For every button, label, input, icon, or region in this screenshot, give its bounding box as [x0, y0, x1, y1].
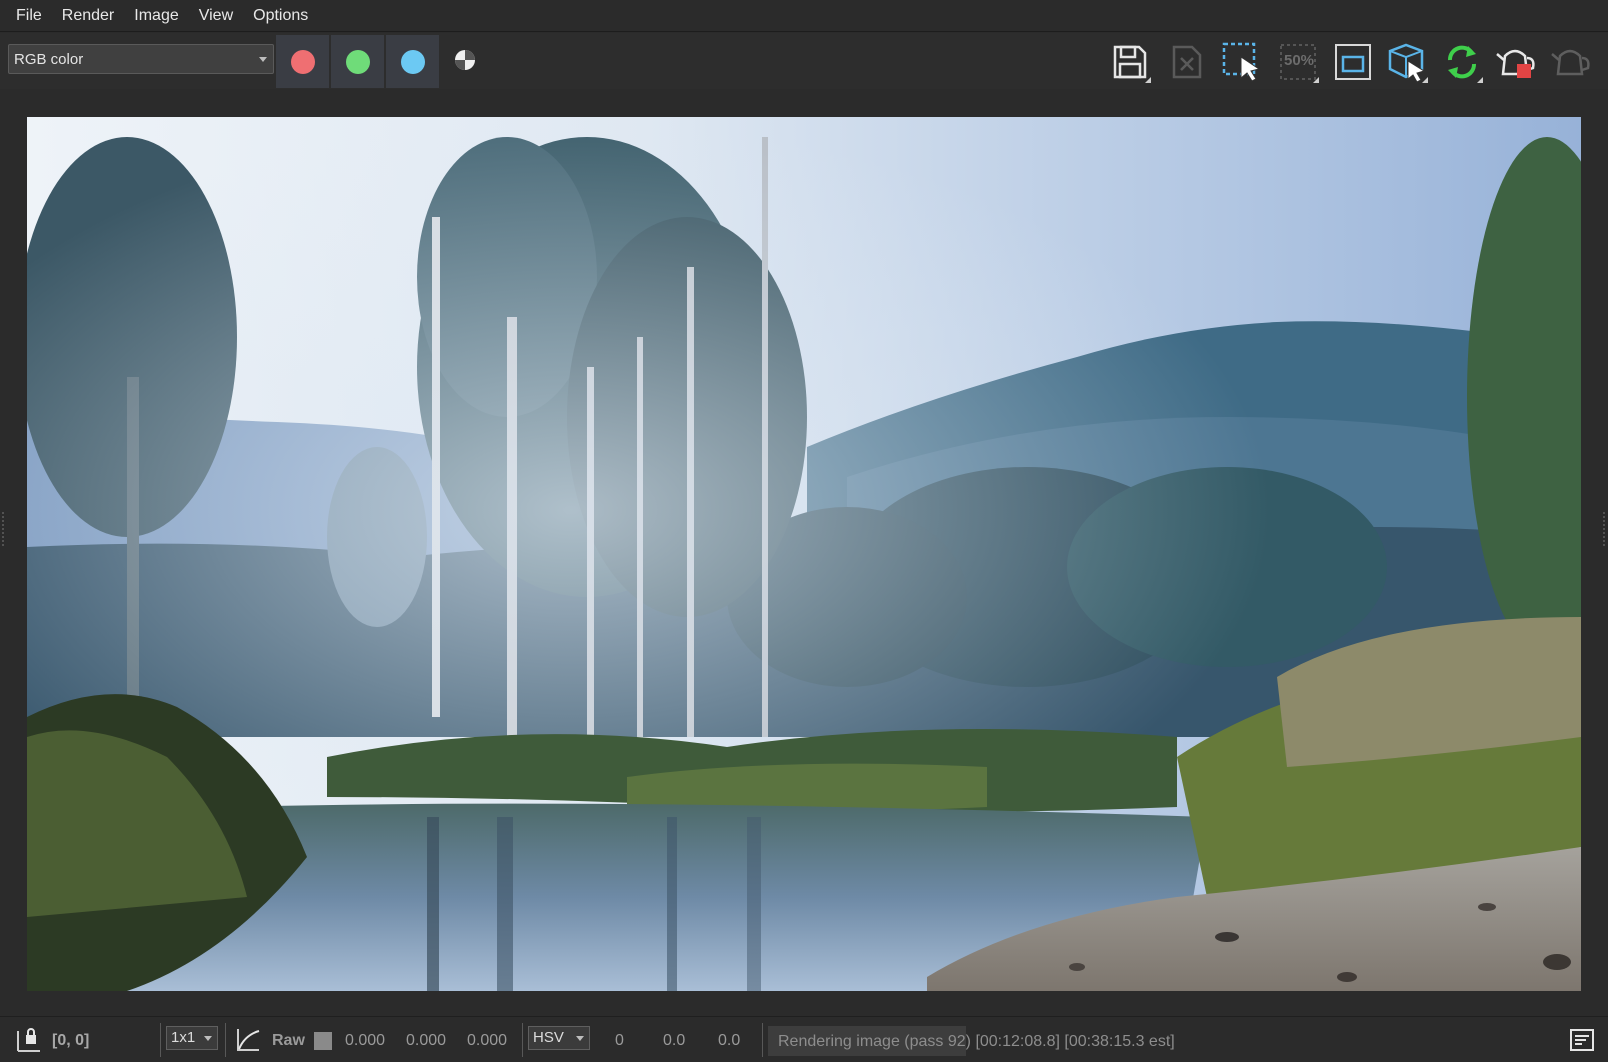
separator [160, 1023, 161, 1057]
landscape-render [27, 117, 1581, 991]
more-options-icon [1477, 77, 1483, 83]
fifty-percent-label: 50% [1284, 52, 1315, 69]
menu-image[interactable]: Image [124, 0, 188, 32]
alpha-channel-icon [455, 50, 475, 70]
green-value: 0.000 [406, 1032, 447, 1049]
curve-icon [237, 1029, 260, 1051]
grip-icon [2, 512, 4, 548]
more-options-icon [1422, 77, 1428, 83]
right-panel-handle[interactable] [1602, 512, 1606, 548]
green-dot-icon [345, 49, 370, 74]
color-mode-value: HSV [533, 1029, 564, 1046]
region-select-button[interactable] [1219, 39, 1265, 85]
refresh-button[interactable] [1439, 39, 1485, 85]
refresh-icon [1447, 45, 1477, 79]
clear-image-icon [1172, 45, 1202, 79]
color-mode-select[interactable]: HSV [528, 1026, 590, 1050]
left-panel-handle[interactable] [1, 512, 5, 548]
separator [225, 1023, 226, 1057]
chevron-down-icon [576, 1036, 584, 1041]
render-teapot-icon [1496, 49, 1535, 78]
save-image-button[interactable] [1107, 39, 1153, 85]
frame-button[interactable] [1330, 39, 1376, 85]
teapot-disabled-icon [1551, 49, 1590, 76]
menu-view[interactable]: View [189, 0, 243, 32]
blue-dot-icon [400, 49, 425, 74]
menu-render[interactable]: Render [52, 0, 124, 32]
region-select-icon [1222, 42, 1261, 82]
separator [762, 1023, 763, 1057]
channel-display-value: RGB color [14, 50, 84, 68]
pixel-coords: [0, 0] [52, 1032, 90, 1049]
chevron-down-icon [204, 1036, 212, 1041]
channel-display-select[interactable]: RGB color [8, 44, 274, 74]
zoom-select[interactable]: 1x1 [166, 1026, 218, 1050]
render-progress: Rendering image (pass 92) [00:12:08.8] [… [768, 1026, 1388, 1056]
save-image-icon [1113, 45, 1147, 79]
value-value: 0.0 [718, 1032, 741, 1049]
green-channel-toggle[interactable] [331, 35, 384, 88]
status-bar: [0, 0] 1x1 Raw 0.000 0.000 0.000 HSV 0 0… [0, 1016, 1608, 1062]
menu-options[interactable]: Options [243, 0, 318, 32]
red-dot-icon [290, 49, 315, 74]
grip-icon [1603, 512, 1605, 548]
frame-icon [1335, 44, 1371, 80]
zoom-value: 1x1 [171, 1029, 196, 1046]
render-progress-text: Rendering image (pass 92) [00:12:08.8] [… [778, 1033, 1175, 1050]
curve-button[interactable] [235, 1027, 261, 1053]
hue-value: 0 [615, 1032, 624, 1049]
rendered-image [27, 117, 1581, 991]
more-options-icon [1145, 77, 1151, 83]
render-button[interactable] [1494, 39, 1540, 85]
pick-object-button[interactable] [1384, 39, 1430, 85]
active-shade-button[interactable] [1549, 39, 1595, 85]
separator [522, 1023, 523, 1057]
blue-channel-toggle[interactable] [386, 35, 439, 88]
toolbar: RGB color 50% [0, 33, 1608, 89]
panel-toggle-icon [1570, 1029, 1594, 1051]
raw-label: Raw [272, 1032, 305, 1049]
color-swatch[interactable] [314, 1032, 332, 1050]
red-value: 0.000 [345, 1032, 386, 1049]
alpha-channel-toggle[interactable] [452, 47, 478, 73]
lock-icon [17, 1028, 40, 1052]
more-options-icon [1313, 77, 1319, 83]
red-channel-toggle[interactable] [276, 35, 329, 88]
blue-value: 0.000 [467, 1032, 508, 1049]
menu-bar: File Render Image View Options [0, 0, 1608, 32]
clear-image-button[interactable] [1164, 39, 1210, 85]
lock-coords-button[interactable] [16, 1025, 42, 1053]
panel-toggle-button[interactable] [1570, 1029, 1594, 1051]
menu-file[interactable]: File [6, 0, 52, 32]
saturation-value: 0.0 [663, 1032, 686, 1049]
fifty-percent-button[interactable]: 50% [1275, 39, 1321, 85]
chevron-down-icon [259, 57, 267, 62]
